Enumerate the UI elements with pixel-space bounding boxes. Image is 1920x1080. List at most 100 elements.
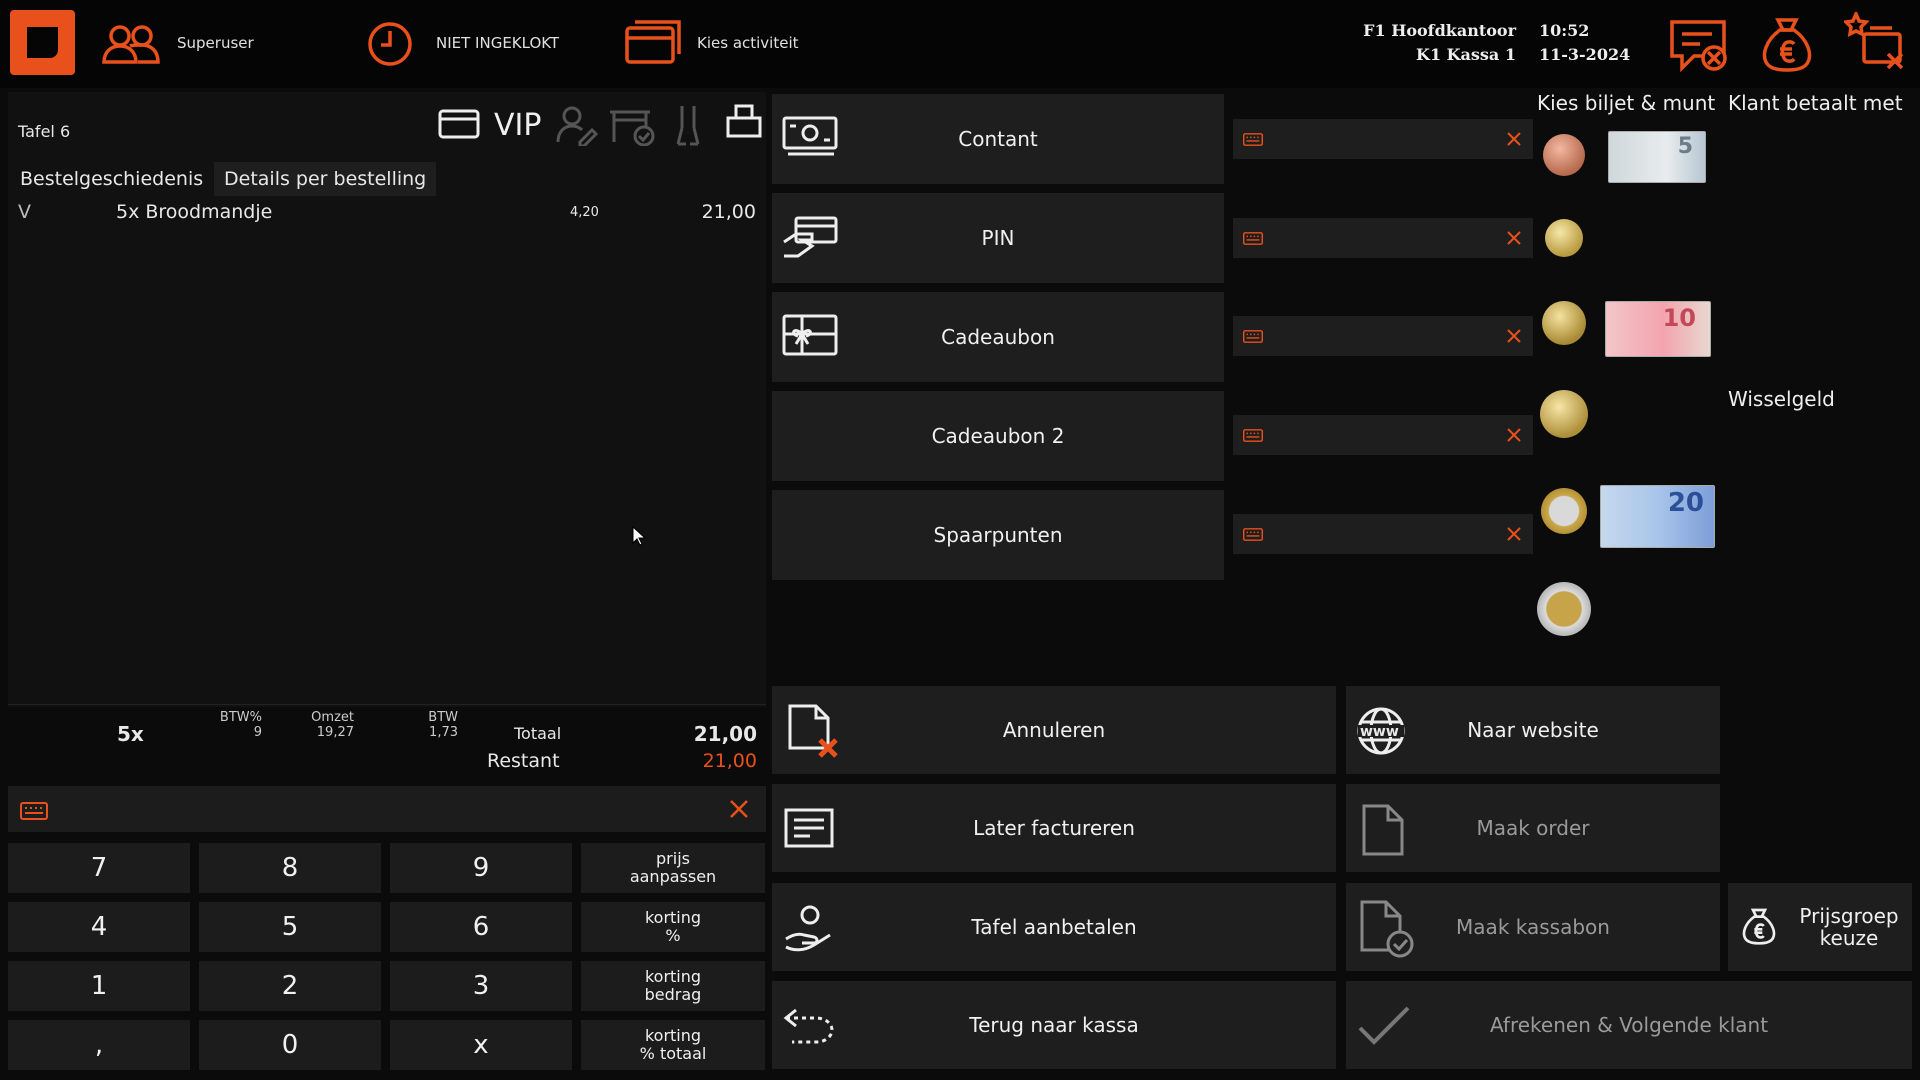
clear-amount-icon[interactable] [729,799,749,819]
clock-icon[interactable] [366,20,414,68]
order-line-unit-price: 4,20 [570,205,599,220]
tafel-aanbetalen-button[interactable]: Tafel aanbetalen [772,883,1336,971]
card-hand-icon [782,216,838,260]
key-0[interactable]: 0 [199,1020,381,1070]
back-arrow-icon [782,1006,838,1046]
table-row[interactable]: V 5x Broodmandje 4,20 21,00 [10,198,760,226]
table-check-icon[interactable] [608,106,656,146]
afrekenen-volgende-klant-button[interactable]: Afrekenen & Volgende klant [1346,981,1912,1069]
summary-divider [8,704,766,705]
omzet-value: 19,27 [316,725,354,740]
print-icon[interactable] [726,104,762,140]
banknote-10-value: 10 [1662,304,1696,332]
terug-naar-kassa-button[interactable]: Terug naar kassa [772,981,1336,1069]
annuleren-button[interactable]: Annuleren [772,686,1336,774]
restant-label: Restant [487,750,560,772]
document-icon [1362,804,1404,856]
clear-spaarpunten-icon[interactable] [1507,527,1521,541]
annuleren-label: Annuleren [1002,718,1106,742]
globe-icon: www [1356,706,1406,756]
customer-edit-icon[interactable] [556,104,598,146]
summary-btw: BTW 1,73 [410,710,458,740]
keyboard-icon[interactable] [1243,330,1263,343]
key-8[interactable]: 8 [199,843,381,893]
banknote-5-euro[interactable]: 5 [1608,131,1706,183]
tab-order-details[interactable]: Details per bestelling [214,162,437,196]
payment-pin-button[interactable]: PIN [772,193,1224,283]
keyboard-icon[interactable] [1243,232,1263,245]
clear-cadeaubon-icon[interactable] [1507,329,1521,343]
prijs-aanpassen-button[interactable]: prijs aanpassen [581,843,765,893]
coin-1-euro[interactable] [1541,488,1587,534]
money-bag-icon[interactable] [1760,16,1814,72]
users-icon[interactable] [100,22,164,66]
summary-btw-percent: BTW% 9 [188,710,262,740]
card-icon[interactable] [438,108,480,140]
cadeaubon-amount-input[interactable] [1233,316,1533,356]
clear-cadeaubon2-icon[interactable] [1507,428,1521,442]
key-2[interactable]: 2 [199,961,381,1011]
later-factureren-label: Later factureren [973,816,1135,840]
favorite-cancel-icon[interactable] [1844,12,1912,76]
prijsgroep-label: Prijsgroep keuze [1799,905,1898,949]
payment-contant-button[interactable]: Contant [772,94,1224,184]
change-label: Wisselgeld [1728,387,1835,411]
payment-cadeaubon2-button[interactable]: Cadeaubon 2 [772,391,1224,481]
totaal-value: 21,00 [693,722,757,746]
activity-icon[interactable] [625,20,681,68]
spaarpunten-amount-input[interactable] [1233,514,1533,554]
clear-contant-icon[interactable] [1507,132,1521,146]
app-logo[interactable] [10,10,75,75]
key-6[interactable]: 6 [390,902,572,952]
later-factureren-button[interactable]: Later factureren [772,784,1336,872]
giftcard-icon [782,314,838,358]
korting-bedrag-line1: korting [644,967,702,986]
keyboard-icon[interactable] [1243,133,1263,146]
coin-5-cent[interactable] [1543,134,1585,176]
key-4[interactable]: 4 [8,902,190,952]
tab-order-history[interactable]: Bestelgeschiedenis [10,162,213,196]
omzet-label: Omzet [311,710,354,725]
keyboard-icon[interactable] [20,802,48,820]
summary-omzet: Omzet 19,27 [290,710,354,740]
tools-icon[interactable] [674,104,702,146]
contant-amount-input[interactable] [1233,119,1533,159]
maak-kassabon-label: Maak kassabon [1456,915,1610,939]
coin-50-cent[interactable] [1540,390,1588,438]
korting-bedrag-button[interactable]: korting bedrag [581,961,765,1011]
coin-10-cent[interactable] [1545,219,1583,257]
coin-20-cent[interactable] [1542,301,1586,345]
amount-input[interactable] [8,786,766,832]
user-name[interactable]: Superuser [177,34,254,52]
key-7[interactable]: 7 [8,843,190,893]
prijs-aanpassen-line2: aanpassen [629,867,717,886]
btw-percent-label: BTW% [219,710,262,725]
keyboard-icon[interactable] [1243,429,1263,442]
pin-amount-input[interactable] [1233,218,1533,258]
korting-percent-totaal-button[interactable]: korting% totaal [581,1020,765,1070]
invoice-icon [784,808,834,848]
key-comma[interactable]: , [8,1020,190,1070]
banknote-10-euro[interactable]: 10 [1605,301,1711,357]
cadeaubon2-amount-input[interactable] [1233,415,1533,455]
coin-2-euro[interactable] [1537,582,1591,636]
payment-spaarpunten-button[interactable]: Spaarpunten [772,490,1224,580]
key-9[interactable]: 9 [390,843,572,893]
clear-pin-icon[interactable] [1507,231,1521,245]
payment-cadeaubon-button[interactable]: Cadeaubon [772,292,1224,382]
key-5[interactable]: 5 [199,902,381,952]
cash-icon [782,116,838,160]
message-cancel-icon[interactable] [1668,18,1732,74]
activity-label[interactable]: Kies activiteit [697,34,799,52]
keyboard-icon[interactable] [1243,528,1263,541]
payment-cadeaubon2-label: Cadeaubon 2 [931,424,1065,448]
key-1[interactable]: 1 [8,961,190,1011]
clock-status[interactable]: NIET INGEKLOKT [436,34,559,52]
korting-percent-button[interactable]: korting% [581,902,765,952]
korting-bedrag-line2: bedrag [644,985,702,1004]
key-multiply[interactable]: x [390,1020,572,1070]
vip-button[interactable]: VIP [494,108,541,143]
key-3[interactable]: 3 [390,961,572,1011]
www-label: www [1360,724,1399,740]
banknote-20-euro[interactable]: 20 [1600,485,1715,548]
